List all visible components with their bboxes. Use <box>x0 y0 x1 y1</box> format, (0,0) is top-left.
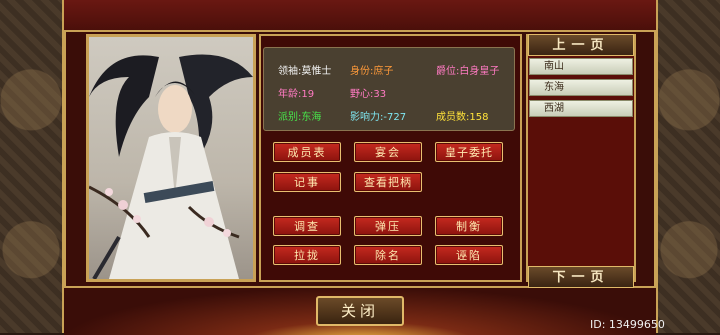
close-button[interactable]: 关闭 <box>316 296 404 326</box>
investigate-button[interactable]: 调查 <box>273 216 341 236</box>
expel-button[interactable]: 除名 <box>354 245 422 265</box>
prev-page-button[interactable]: 上一页 <box>528 34 634 56</box>
leader-label: 领袖:莫惟士 <box>278 66 332 77</box>
ambition-label: 野心:33 <box>350 89 387 100</box>
frame-button[interactable]: 诬陷 <box>435 245 503 265</box>
member-list-button[interactable]: 成员表 <box>273 142 341 162</box>
faction-list-item[interactable]: 南山 <box>529 58 633 75</box>
check-leverage-button[interactable]: 查看把柄 <box>354 172 422 192</box>
win-over-button[interactable]: 拉拢 <box>273 245 341 265</box>
faction-list-item[interactable]: 西湖 <box>529 100 633 117</box>
right-decor-border <box>656 0 720 333</box>
title-label: 爵位:白身皇子 <box>436 66 500 77</box>
banquet-button[interactable]: 宴会 <box>354 142 422 162</box>
portrait-illustration <box>89 54 253 279</box>
faction-label: 派别:东海 <box>278 112 322 123</box>
user-id-label: ID: 13499650 <box>590 318 665 331</box>
top-banner <box>64 0 656 32</box>
impeach-button[interactable]: 弹压 <box>354 216 422 236</box>
left-decor-border <box>0 0 64 333</box>
members-label: 成员数:158 <box>436 112 489 123</box>
next-page-button[interactable]: 下一页 <box>528 266 634 288</box>
identity-label: 身份:庶子 <box>350 66 394 77</box>
records-button[interactable]: 记事 <box>273 172 341 192</box>
faction-list-item[interactable]: 东海 <box>529 79 633 96</box>
restrain-button[interactable]: 制衡 <box>435 216 503 236</box>
character-portrait <box>86 34 256 282</box>
age-label: 年龄:19 <box>278 89 315 100</box>
influence-label: 影响力:-727 <box>350 112 407 123</box>
prince-entrust-button[interactable]: 皇子委托 <box>435 142 503 162</box>
faction-info-box: 领袖:莫惟士 身份:庶子 爵位:白身皇子 年龄:19 野心:33 派别:东海 影… <box>263 47 515 131</box>
